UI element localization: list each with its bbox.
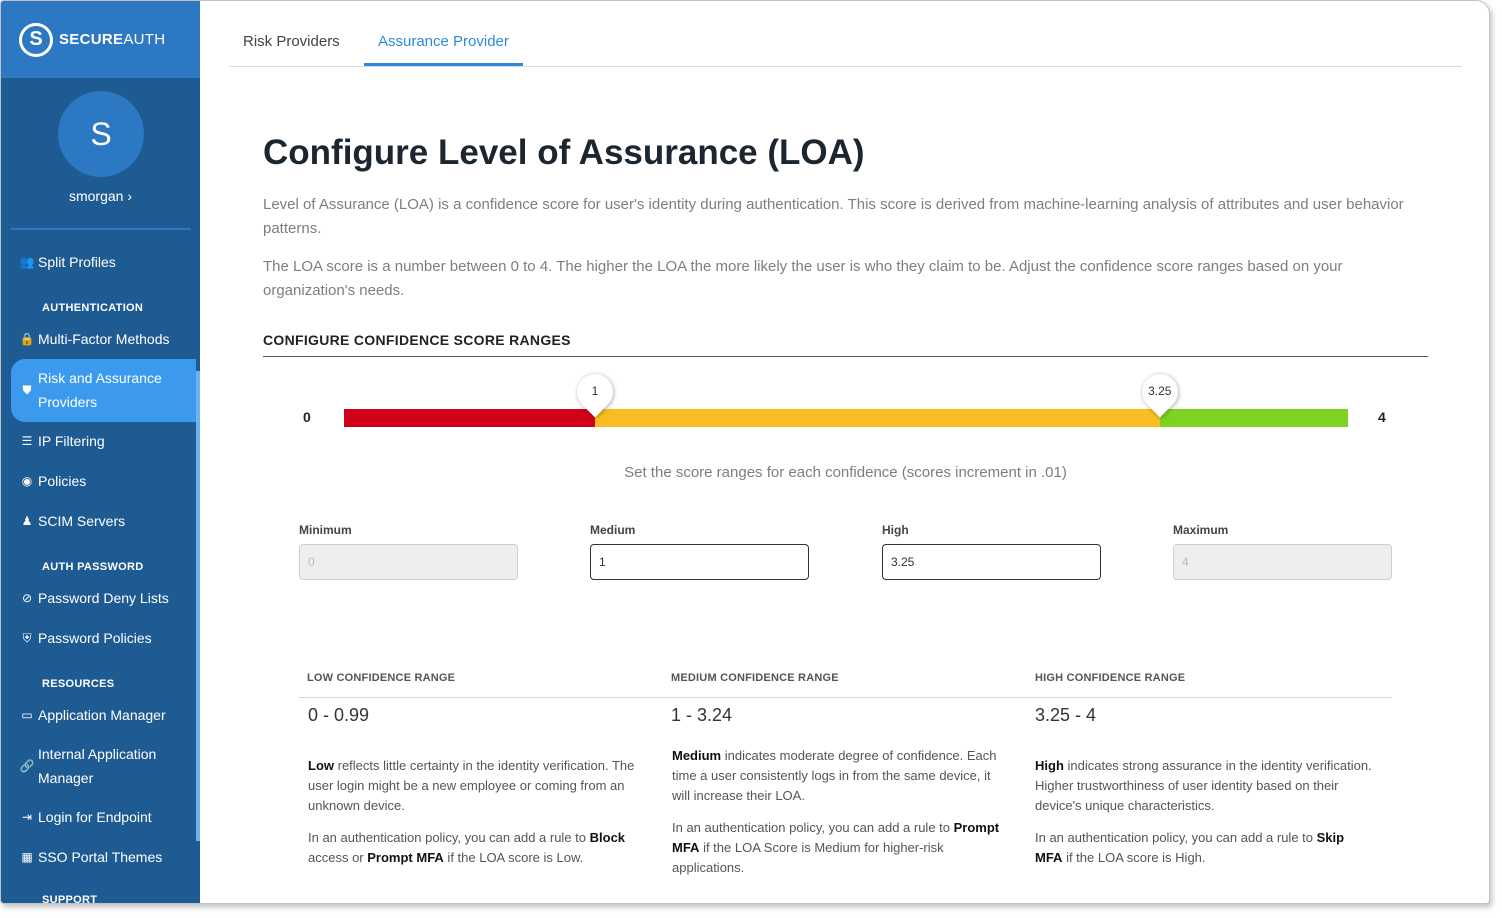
low-range-value: 0 - 0.99: [308, 705, 370, 725]
page-title: Configure Level of Assurance (LOA): [263, 133, 865, 172]
low-range-policy-note: In an authentication policy, you can add…: [308, 830, 626, 865]
user-avatar[interactable]: S: [58, 91, 144, 177]
secureauth-logo-icon: S: [19, 22, 53, 57]
sidebar-item-app-manager[interactable]: ▭ Application Manager: [11, 703, 196, 727]
shield-icon: ⛊: [22, 383, 32, 397]
medium-range-bar: [595, 409, 1160, 427]
sidebar-item-label: SCIM Servers: [38, 513, 126, 529]
high-range-value: 3.25 - 4: [1035, 705, 1097, 725]
minimum-field: [299, 544, 518, 580]
app-window: S SECUREAUTH S smorgan › 👥 Split Profile…: [0, 0, 1490, 904]
list-icon: ☰: [21, 434, 33, 448]
high-range-description: High indicates strong assurance in the i…: [1035, 758, 1372, 813]
sidebar-item-label: Risk and Assurance Providers: [38, 370, 162, 410]
sidebar-scrollbar[interactable]: [196, 371, 200, 841]
sidebar-item-risk-assurance[interactable]: ⛊ Risk and Assurance Providers: [11, 359, 196, 422]
sidebar: S SECUREAUTH S smorgan › 👥 Split Profile…: [1, 1, 200, 904]
brand-name: SECUREAUTH: [59, 31, 166, 48]
medium-range-value: 1 - 3.24: [671, 705, 733, 725]
high-field[interactable]: [882, 544, 1101, 580]
sidebar-item-label: Password Deny Lists: [38, 590, 169, 606]
scale-min-label: 0: [303, 409, 311, 425]
medium-threshold-value: 1: [591, 384, 599, 398]
loa-description: Level of Assurance (LOA) is a confidence…: [263, 196, 1404, 237]
high-range-policy-note: In an authentication policy, you can add…: [1035, 830, 1345, 865]
grid-icon: ▦: [21, 850, 33, 864]
medium-label: Medium: [590, 523, 636, 537]
high-range-heading: HIGH CONFIDENCE RANGE: [1035, 672, 1186, 684]
tab-assurance-provider[interactable]: Assurance Provider: [364, 33, 523, 66]
medium-range-heading: MEDIUM CONFIDENCE RANGE: [671, 672, 839, 684]
scale-max-label: 4: [1378, 409, 1386, 425]
users-icon: 👥: [19, 255, 35, 269]
section-authentication: AUTHENTICATION: [42, 302, 144, 314]
maximum-field: [1173, 544, 1392, 580]
sidebar-item-mfa[interactable]: 🔒 Multi-Factor Methods: [11, 327, 196, 351]
medium-range-policy-note: In an authentication policy, you can add…: [672, 820, 1000, 875]
provider-tabs: Risk Providers Assurance Provider: [229, 21, 1462, 67]
sidebar-item-scim[interactable]: ♟ SCIM Servers: [11, 509, 196, 533]
section-title: CONFIGURE CONFIDENCE SCORE RANGES: [263, 332, 571, 348]
section-divider: [263, 356, 1428, 357]
loa-score-description: The LOA score is a number between 0 to 4…: [263, 258, 1343, 299]
sidebar-item-login-endpoint[interactable]: ⇥ Login for Endpoint: [11, 805, 196, 829]
high-threshold-value: 3.25: [1148, 384, 1172, 398]
minimum-label: Minimum: [299, 523, 352, 537]
sidebar-item-ip-filtering[interactable]: ☰ IP Filtering: [11, 429, 196, 453]
user-tie-icon: ♟: [21, 514, 33, 528]
username-link[interactable]: smorgan ›: [1, 188, 200, 204]
lock-icon: 🔒: [19, 332, 35, 346]
tab-risk-providers[interactable]: Risk Providers: [229, 33, 354, 66]
sidebar-item-label: Multi-Factor Methods: [38, 331, 170, 347]
section-auth-password: AUTH PASSWORD: [42, 561, 144, 573]
medium-field[interactable]: [590, 544, 809, 580]
low-range-description: Low reflects little certainty in the ide…: [308, 758, 635, 813]
sidebar-item-sso-themes[interactable]: ▦ SSO Portal Themes: [11, 845, 196, 869]
sidebar-item-label: Application Manager: [38, 707, 166, 723]
sidebar-item-deny-lists[interactable]: ⊘ Password Deny Lists: [11, 586, 196, 610]
link-icon: 🔗: [19, 759, 35, 773]
score-hint: Set the score ranges for each confidence…: [624, 464, 1067, 481]
policy-icon: ◉: [21, 474, 33, 488]
sign-in-icon: ⇥: [21, 810, 33, 824]
user-shield-icon: ⛨: [22, 631, 32, 645]
sidebar-item-label: Internal Application Manager: [38, 746, 157, 786]
sidebar-item-internal-app-manager[interactable]: 🔗 Internal Application Manager: [11, 742, 196, 790]
high-label: High: [882, 523, 909, 537]
sidebar-item-label: Split Profiles: [38, 254, 116, 270]
sidebar-item-label: Password Policies: [38, 630, 152, 646]
medium-range-description: Medium indicates moderate degree of conf…: [672, 748, 997, 803]
eye-slash-icon: ⊘: [21, 591, 33, 605]
monitor-icon: ▭: [21, 708, 33, 722]
sidebar-item-label: SSO Portal Themes: [38, 849, 163, 865]
sidebar-divider: [11, 228, 191, 230]
section-support: SUPPORT: [42, 894, 98, 904]
sidebar-item-label: Policies: [38, 473, 87, 489]
brand-logo[interactable]: S SECUREAUTH: [1, 1, 200, 78]
high-range-bar: [1159, 409, 1348, 427]
sidebar-item-split-profiles[interactable]: 👥 Split Profiles: [11, 250, 196, 274]
sidebar-item-label: Login for Endpoint: [38, 809, 152, 825]
sidebar-item-password-policies[interactable]: ⛨ Password Policies: [11, 626, 196, 650]
range-divider: [299, 697, 1392, 698]
maximum-label: Maximum: [1173, 523, 1229, 537]
sidebar-item-label: IP Filtering: [38, 433, 105, 449]
sidebar-item-policies[interactable]: ◉ Policies: [11, 469, 196, 493]
low-range-heading: LOW CONFIDENCE RANGE: [307, 672, 456, 684]
low-range-bar: [344, 409, 595, 427]
section-resources: RESOURCES: [42, 678, 115, 690]
